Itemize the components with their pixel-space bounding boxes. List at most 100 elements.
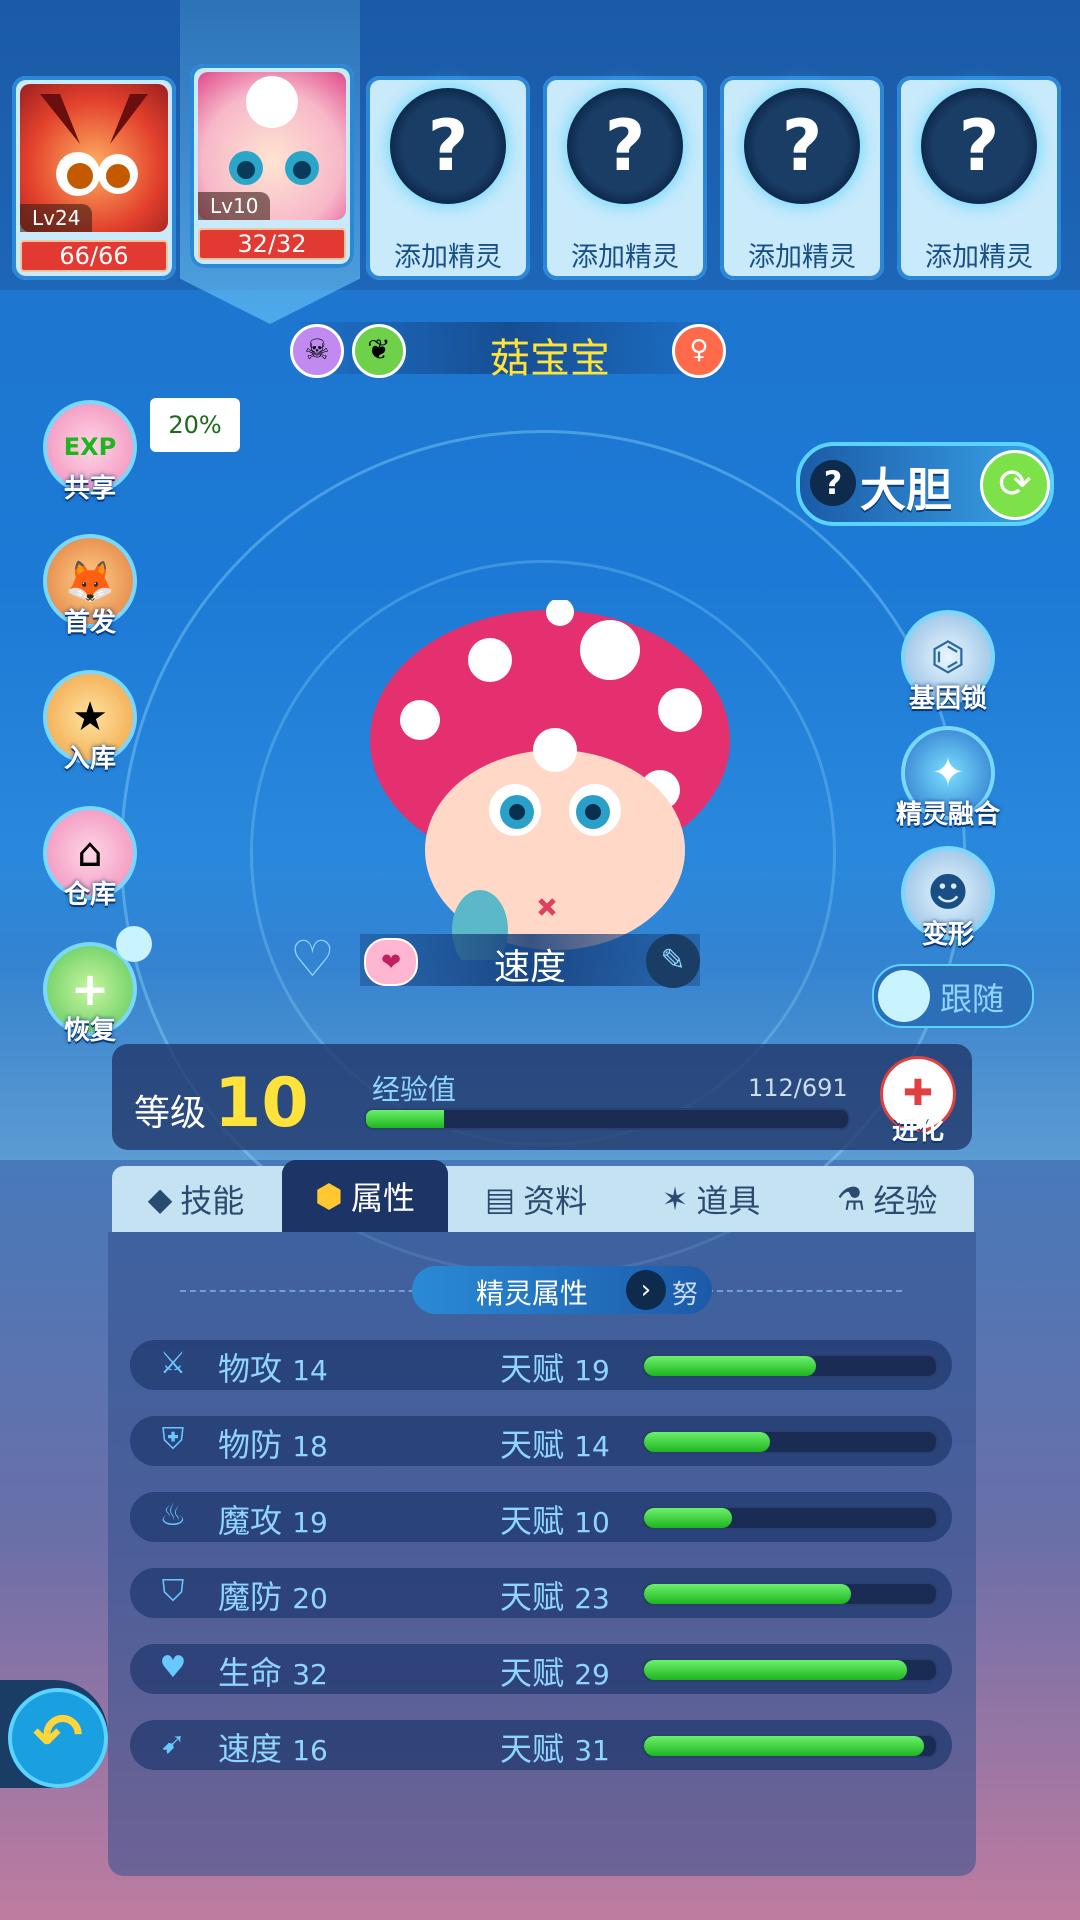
refresh-icon: ⟳ [980,450,1050,520]
question-icon: ? [744,88,860,204]
pet-sprite [370,600,730,960]
tab-items[interactable]: ✶ 道具 [624,1166,798,1232]
team-slot-empty[interactable]: ? 添加精灵 [543,76,707,280]
stat-label: 生命 [218,1654,283,1692]
boot-icon: ➹ [160,1726,186,1761]
talent: 天赋 29 [500,1648,610,1694]
tab-skills[interactable]: ◆ 技能 [112,1166,280,1232]
talent: 天赋 23 [500,1572,610,1618]
talent: 天赋 14 [500,1420,610,1466]
stat-value: 16 [292,1734,328,1767]
talent: 天赋 19 [500,1344,610,1390]
fusion-button[interactable]: ✦ 精灵融合 [890,726,1006,836]
warehouse-button[interactable]: ⌂ 仓库 [42,806,138,916]
stat-label: 速度 [218,1730,283,1768]
back-button[interactable]: ↶ [0,1680,108,1788]
stat-row: ⚔ 物攻 14 天赋 19 [130,1340,952,1390]
question-icon: ? [810,460,856,506]
skills-icon: ◆ [147,1180,173,1218]
add-pet-label: 添加精灵 [394,242,502,273]
team-slot-empty[interactable]: ? 添加精灵 [897,76,1061,280]
talent-fill [644,1584,852,1604]
stat-name: 魔攻 19 [218,1496,328,1542]
talent-fill [644,1432,770,1452]
nature-label: 速度 [493,947,566,988]
follow-toggle[interactable]: 跟随 [872,964,1034,1028]
gene-lock-label: 基因锁 [908,684,987,714]
stat-value: 20 [292,1582,328,1615]
tab-label: 资料 [523,1182,588,1220]
flame-icon: ♨ [159,1498,187,1533]
chevron-right-icon: › [626,1270,666,1310]
stat-name: 速度 16 [218,1724,328,1770]
grass-type-icon: ❦ [352,324,406,378]
gender-icon[interactable]: ♀ [672,324,726,378]
section-header[interactable]: 精灵属性 › 努 [412,1266,712,1314]
talent-fill [644,1660,907,1680]
stats-panel [108,1232,976,1876]
store-label: 入库 [63,744,116,774]
transform-button[interactable]: ☻ 变形 [900,846,996,956]
stat-row: ➹ 速度 16 天赋 31 [130,1720,952,1770]
exp-fill [366,1110,445,1128]
stat-label: 魔防 [218,1578,283,1616]
pet-hp-bar: 66/66 [20,240,168,272]
section-suffix: 努 [672,1280,699,1310]
clipboard-icon: ▤ [484,1180,516,1218]
magic-shield-icon: ⛉ [161,1574,185,1609]
talent-track [642,1354,938,1378]
warehouse-label: 仓库 [63,880,116,910]
team-slot-2[interactable]: Lv10 32/32 [190,64,354,268]
recover-label: 恢复 [63,1016,116,1046]
stat-name: 生命 32 [218,1648,328,1694]
question-icon: ? [567,88,683,204]
tab-exp[interactable]: ⚗ 经验 [800,1166,974,1232]
stat-row: ⛨ 物防 18 天赋 14 [130,1416,952,1466]
team-slot-empty[interactable]: ? 添加精灵 [720,76,884,280]
personality-button[interactable]: ? 大胆 ⟳ [796,442,1054,526]
section-title: 精灵属性 [476,1277,589,1310]
tab-label: 属性 [350,1179,415,1217]
tab-attributes[interactable]: ⬢ 属性 [282,1160,448,1232]
level-value: 10 [214,1064,309,1143]
talent-track [642,1734,938,1758]
talent-track [642,1506,938,1530]
level-label: 等级 [134,1093,207,1134]
heart-plus-icon: ♥ [159,1650,187,1685]
talent: 天赋 31 [500,1724,610,1770]
items-icon: ✶ [661,1180,689,1218]
talent-value: 10 [574,1506,610,1539]
exp-track [364,1108,850,1130]
recover-indicator [116,926,152,962]
evolve-button[interactable]: ✚ 进化 [876,1056,960,1148]
tab-info[interactable]: ▤ 资料 [452,1166,620,1232]
follow-knob [878,970,930,1022]
talent-label: 天赋 [500,1350,565,1388]
stat-row: ⛉ 魔防 20 天赋 23 [130,1568,952,1618]
question-icon: ? [390,88,506,204]
first-label: 首发 [63,608,116,638]
transform-label: 变形 [921,920,974,950]
pet-name: 菇宝宝 [490,336,610,382]
favorite-heart-icon[interactable]: ♡ [290,930,335,988]
stat-value: 14 [292,1354,328,1387]
first-button[interactable]: 🦊 首发 [42,534,138,644]
tab-label: 技能 [180,1182,245,1220]
exp-share-button[interactable]: EXP 共享 [42,400,138,510]
exp-share-label: 共享 [63,474,116,504]
talent-label: 天赋 [500,1426,565,1464]
sword-icon: ⚔ [159,1346,187,1381]
talent-track [642,1430,938,1454]
personality-label: 大胆 [860,463,952,517]
talent-value: 23 [574,1582,610,1615]
gene-lock-button[interactable]: ⌬ 基因锁 [900,610,996,720]
exp-label: 经验值 [372,1073,457,1106]
team-slot-empty[interactable]: ? 添加精灵 [366,76,530,280]
talent-track [642,1582,938,1606]
talent: 天赋 10 [500,1496,610,1542]
store-button[interactable]: ★ 入库 [42,670,138,780]
talent-label: 天赋 [500,1502,565,1540]
edit-icon[interactable]: ✎ [646,934,700,988]
team-slot-1[interactable]: Lv24 66/66 [12,76,176,280]
shield-icon: ⛨ [161,1422,185,1457]
